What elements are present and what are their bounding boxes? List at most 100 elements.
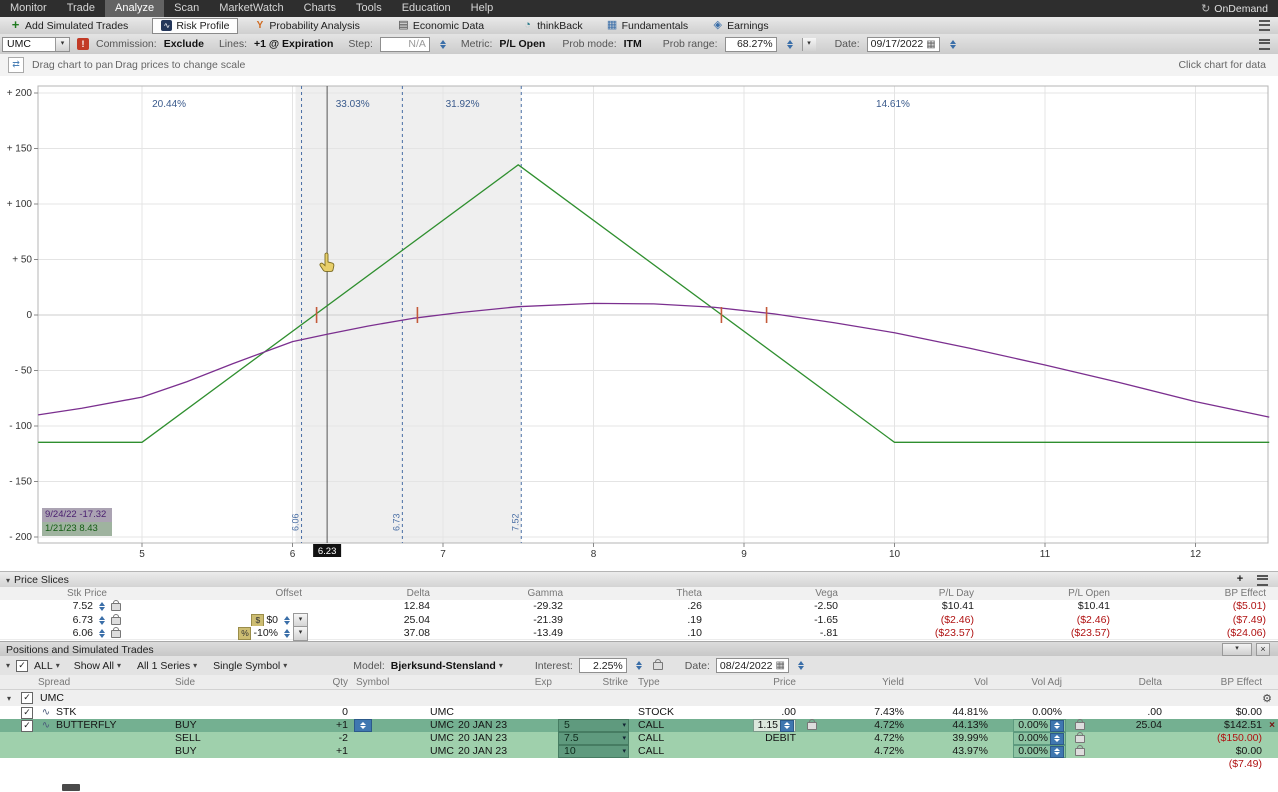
- menu-scan[interactable]: Scan: [164, 0, 209, 17]
- tab-risk-profile[interactable]: Risk Profile: [152, 17, 239, 34]
- menu-education[interactable]: Education: [392, 0, 461, 17]
- symbol-group-row[interactable]: UMC: [0, 689, 1278, 707]
- positions-collapse-button[interactable]: [1222, 643, 1252, 656]
- slice-price-stepper[interactable]: [97, 616, 106, 625]
- position-row-stock[interactable]: STK 0 UMC STOCK .00 7.43% 44.81% 0.00% .…: [0, 706, 1278, 719]
- step-stepper[interactable]: [439, 39, 448, 49]
- offset-stepper[interactable]: [282, 629, 291, 638]
- ondemand-button[interactable]: OnDemand: [1191, 0, 1278, 17]
- chart-line-icon[interactable]: [42, 706, 50, 719]
- prob-mode-value[interactable]: ITM: [624, 38, 642, 50]
- model-dropdown[interactable]: Bjerksund-Stensland: [391, 660, 503, 672]
- tab-fundamentals[interactable]: Fundamentals: [599, 18, 697, 33]
- chart-line-icon[interactable]: [42, 719, 50, 732]
- position-leg-row[interactable]: SELL -2 UMC 20 JAN 23 7.5 CALL DEBIT 4.7…: [0, 732, 1278, 746]
- qty-cell[interactable]: -2: [276, 732, 352, 745]
- add-slice-button[interactable]: [1233, 574, 1247, 586]
- vol-adj-input[interactable]: 0.00%: [1013, 732, 1066, 745]
- price-input[interactable]: 1.15: [752, 719, 796, 732]
- calendar-icon[interactable]: [926, 39, 935, 50]
- date-stepper[interactable]: [949, 39, 958, 49]
- series-dropdown[interactable]: All 1 Series: [137, 660, 197, 672]
- lock-icon[interactable]: [1074, 732, 1085, 743]
- commission-value[interactable]: Exclude: [164, 38, 204, 50]
- all-filter[interactable]: ALL: [34, 660, 60, 672]
- menu-analyze[interactable]: Analyze: [105, 0, 165, 17]
- panel-resize-icon[interactable]: [8, 57, 24, 73]
- exp-cell[interactable]: 20 JAN 23: [458, 732, 556, 745]
- settings-menu-icon[interactable]: [1259, 38, 1270, 50]
- exp-cell[interactable]: 20 JAN 23: [458, 719, 556, 732]
- lock-icon[interactable]: [111, 613, 121, 625]
- lock-icon[interactable]: [1074, 719, 1085, 730]
- side-cell[interactable]: SELL: [166, 732, 276, 745]
- positions-close-button[interactable]: [1256, 643, 1270, 656]
- interest-stepper[interactable]: [635, 661, 644, 670]
- type-cell[interactable]: CALL: [632, 719, 710, 732]
- risk-profile-chart[interactable]: 6.06 6.73 7.52 + 200 + 150 + 100 + 50 0 - 50 - 10…: [0, 76, 1278, 571]
- menu-trade[interactable]: Trade: [57, 0, 105, 17]
- step-input[interactable]: N/A: [379, 36, 430, 52]
- price-slices-menu-icon[interactable]: [1257, 574, 1268, 586]
- lock-icon[interactable]: [652, 658, 663, 670]
- menu-help[interactable]: Help: [461, 0, 504, 17]
- strike-select[interactable]: 10: [558, 745, 629, 758]
- menu-monitor[interactable]: Monitor: [0, 0, 57, 17]
- vol-adj-input[interactable]: 0.00%: [1013, 745, 1066, 758]
- symbol-mode-dropdown[interactable]: Single Symbol: [213, 660, 287, 672]
- lock-icon[interactable]: [1074, 745, 1085, 756]
- side-cell[interactable]: BUY: [166, 745, 276, 758]
- qty-cell[interactable]: +1: [276, 745, 352, 758]
- strike-select[interactable]: 7.5: [558, 732, 629, 745]
- position-row-butterfly[interactable]: BUTTERFLY BUY +1 UMC 20 JAN 23 5 CALL 1.…: [0, 719, 1278, 733]
- gear-icon[interactable]: [1262, 692, 1274, 705]
- spread-cell[interactable]: BUTTERFLY: [56, 719, 166, 732]
- prob-range-dropdown[interactable]: [801, 37, 816, 51]
- slice-price-value[interactable]: 6.06: [73, 627, 93, 640]
- row-checkbox[interactable]: [21, 719, 33, 732]
- positions-date-input[interactable]: 08/24/2022: [715, 658, 789, 673]
- vol-adj-input[interactable]: 0.00%: [1013, 719, 1066, 732]
- prob-range-stepper[interactable]: [786, 39, 795, 49]
- add-simulated-trades-button[interactable]: Add Simulated Trades: [2, 18, 136, 33]
- all-checkbox[interactable]: [16, 659, 29, 672]
- type-cell[interactable]: CALL: [632, 745, 710, 758]
- interest-input[interactable]: 2.25%: [578, 658, 627, 673]
- collapse-icon[interactable]: [7, 694, 11, 703]
- offset-mode-badge[interactable]: %: [238, 627, 252, 640]
- menu-charts[interactable]: Charts: [294, 0, 346, 17]
- menu-marketwatch[interactable]: MarketWatch: [209, 0, 293, 17]
- lock-icon[interactable]: [806, 719, 817, 730]
- date-input[interactable]: 09/17/2022: [866, 36, 940, 52]
- horizontal-scrollbar-thumb[interactable]: [62, 784, 80, 791]
- lock-icon[interactable]: [111, 626, 121, 638]
- calendar-icon[interactable]: [775, 660, 784, 671]
- price-cell[interactable]: DEBIT: [710, 732, 800, 745]
- tab-probability-analysis[interactable]: Probability Analysis: [246, 18, 367, 33]
- remove-row-button[interactable]: [1269, 719, 1275, 732]
- qty-stepper[interactable]: [354, 719, 372, 732]
- offset-value[interactable]: -10%: [253, 627, 278, 640]
- strike-select[interactable]: 5: [558, 719, 629, 732]
- risk-profile-plot[interactable]: 6.06 6.73 7.52 + 200 + 150 + 100 + 50 0 - 50 - 10…: [0, 76, 1278, 571]
- toolbar-menu-icon[interactable]: [1259, 20, 1270, 31]
- lock-icon[interactable]: [111, 599, 121, 611]
- show-all-dropdown[interactable]: Show All: [74, 660, 121, 672]
- alert-icon[interactable]: [77, 38, 89, 50]
- slice-price-stepper[interactable]: [97, 629, 106, 638]
- symbol-select[interactable]: UMC: [2, 36, 70, 52]
- prob-range-input[interactable]: 68.27%: [724, 36, 777, 52]
- metric-value[interactable]: P/L Open: [499, 38, 545, 50]
- tab-thinkback[interactable]: thinkBack: [514, 18, 591, 33]
- offset-stepper[interactable]: [282, 616, 291, 625]
- group-checkbox[interactable]: [21, 692, 33, 704]
- row-checkbox[interactable]: [21, 706, 33, 719]
- side-cell[interactable]: BUY: [166, 719, 276, 732]
- slice-price-value[interactable]: 7.52: [73, 600, 93, 613]
- qty-cell[interactable]: 0: [276, 706, 352, 719]
- offset-dropdown[interactable]: [293, 626, 308, 641]
- menu-tools[interactable]: Tools: [346, 0, 392, 17]
- tab-earnings[interactable]: Earnings: [704, 18, 776, 33]
- type-cell[interactable]: CALL: [632, 732, 710, 745]
- qty-cell[interactable]: +1: [276, 719, 352, 732]
